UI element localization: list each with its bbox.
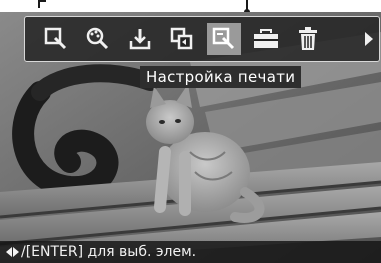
toolbar-button-select-zoom[interactable] — [39, 23, 73, 55]
toolbox-icon — [254, 29, 278, 48]
toolbar-button-copy[interactable] — [165, 23, 199, 55]
hint-text: /[ENTER] для выб. элем. — [21, 244, 197, 260]
toolbar-button-delete[interactable] — [291, 23, 325, 55]
callout-line-top — [38, 0, 46, 2]
trash-icon — [299, 27, 317, 50]
select-zoom-icon — [44, 27, 67, 50]
toolbar-button-tools[interactable] — [249, 23, 283, 55]
left-right-arrow-icon — [6, 247, 19, 257]
toolbar-button-print-settings[interactable] — [207, 23, 241, 55]
function-toolbar — [24, 16, 380, 62]
hint-bar: /[ENTER] для выб. элем. — [0, 241, 381, 263]
camera-screen: Настройка печати /[ENTER] для выб. элем. — [0, 12, 381, 263]
toolbar-button-save[interactable] — [123, 23, 157, 55]
save-tray-icon — [129, 29, 151, 50]
color-zoom-icon — [86, 27, 109, 50]
toolbar-button-color-zoom[interactable] — [81, 23, 115, 55]
tooltip-print-settings: Настройка печати — [140, 66, 302, 88]
print-settings-icon — [212, 27, 235, 50]
arrow-right-icon[interactable] — [365, 32, 373, 46]
copy-rotate-icon — [170, 27, 193, 50]
